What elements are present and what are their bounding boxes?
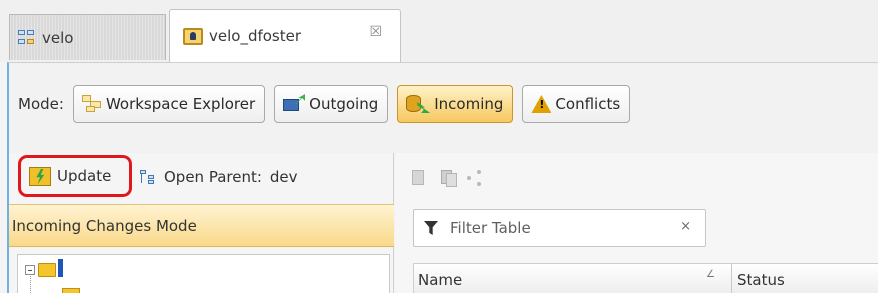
- incoming-label: Incoming: [434, 95, 504, 113]
- tab-velo-label: velo: [42, 28, 74, 47]
- workspace-icon: [18, 29, 36, 46]
- share-icon[interactable]: [467, 170, 483, 186]
- column-status[interactable]: Status: [732, 264, 878, 293]
- incoming-changes-title: Incoming Changes Mode: [12, 216, 197, 235]
- workspace-explorer-button[interactable]: Workspace Explorer: [72, 85, 266, 123]
- open-parent-icon: [140, 170, 158, 184]
- mode-bar: Mode: Workspace Explorer Outgoing Incomi…: [18, 81, 639, 127]
- outgoing-icon: [283, 94, 306, 114]
- tab-strip: velo velo_dfoster ☒: [0, 0, 878, 62]
- child-folder-icon: [62, 288, 80, 293]
- filter-table-box[interactable]: ×: [413, 209, 706, 247]
- conflicts-label: Conflicts: [555, 95, 621, 113]
- workspace-explorer-label: Workspace Explorer: [105, 95, 256, 113]
- outgoing-button[interactable]: Outgoing: [274, 85, 389, 123]
- right-pane: × Name ∠ Status: [395, 153, 878, 293]
- incoming-icon: [406, 94, 431, 114]
- conflicts-button[interactable]: ! Conflicts: [522, 85, 631, 123]
- update-icon: [29, 166, 51, 186]
- update-label: Update: [57, 167, 112, 185]
- close-tab-icon[interactable]: ☒: [369, 24, 382, 40]
- tab-velo-dfoster-label: velo_dfoster: [209, 27, 302, 45]
- selection-marker: [58, 259, 63, 277]
- update-button[interactable]: Update: [18, 155, 132, 197]
- outgoing-label: Outgoing: [309, 95, 379, 113]
- open-parent-value: dev: [269, 168, 298, 186]
- folder-icon: [38, 263, 56, 277]
- tab-velo[interactable]: velo: [9, 14, 166, 60]
- open-parent-button[interactable]: Open Parent: dev: [140, 167, 298, 187]
- change-tree[interactable]: [17, 254, 390, 293]
- incoming-changes-header: Incoming Changes Mode: [9, 204, 394, 247]
- clear-filter-icon[interactable]: ×: [680, 219, 691, 234]
- filter-icon: [424, 221, 438, 235]
- tab-velo-dfoster[interactable]: velo_dfoster ☒: [169, 9, 401, 62]
- workspace-panel: Mode: Workspace Explorer Outgoing Incomi…: [7, 62, 878, 293]
- warning-icon: !: [531, 95, 552, 113]
- user-workspace-icon: [183, 27, 203, 45]
- sort-indicator-icon: ∠: [706, 269, 715, 280]
- tree-connector: [30, 276, 31, 293]
- document-icon[interactable]: [412, 170, 424, 185]
- column-name[interactable]: Name ∠: [414, 264, 732, 293]
- incoming-button[interactable]: Incoming: [397, 85, 514, 123]
- column-name-label: Name: [418, 270, 463, 289]
- workspace-explorer-icon: [81, 95, 102, 113]
- table-header: Name ∠ Status: [413, 263, 878, 293]
- left-pane: Update Open Parent: dev Incoming Changes…: [9, 153, 394, 293]
- filter-table-input[interactable]: [450, 219, 670, 237]
- mode-label: Mode:: [18, 95, 64, 113]
- column-status-label: Status: [737, 270, 785, 289]
- collapse-icon[interactable]: [25, 265, 35, 275]
- copy-icon[interactable]: [441, 170, 457, 187]
- open-parent-label: Open Parent:: [164, 168, 262, 186]
